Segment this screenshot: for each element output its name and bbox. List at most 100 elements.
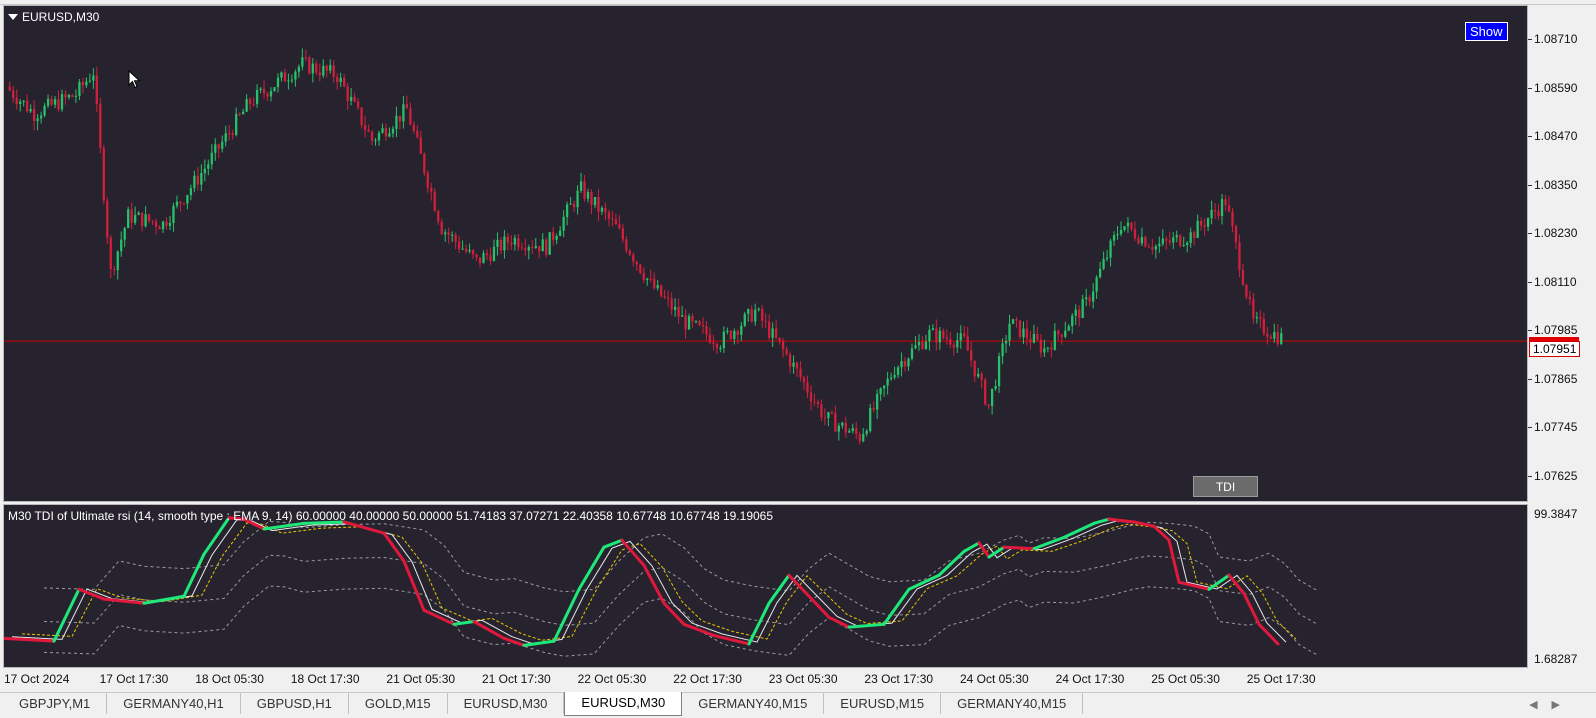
candle-body [830,412,834,414]
candle-body [565,204,569,217]
tdi-price-segment [642,563,666,605]
tab-germany40-m15[interactable]: GERMANY40,M15 [682,693,825,714]
candle-body [454,234,457,242]
candle-body [269,91,273,97]
candle-body [123,228,126,240]
candle-body [1015,319,1018,321]
tab-gbpjpy-m1[interactable]: GBPJPY,M1 [3,693,108,714]
time-tick: 25 Oct 05:30 [1151,672,1220,686]
candle-body [1008,323,1011,341]
candle-body [1186,242,1189,246]
candle-body [524,248,527,251]
tab-eurusd-m30[interactable]: EURUSD,M30 [564,692,683,716]
candle-body [889,377,893,379]
candle-body [600,207,604,212]
candle-body [632,254,635,262]
show-button[interactable]: Show [1465,22,1508,41]
candle-body [653,278,656,289]
candle-body [534,245,537,248]
candle-body [301,57,304,67]
candle-body [698,321,701,326]
tab-eurusd-m15[interactable]: EURUSD,M15 [824,693,942,714]
candle-body [1098,268,1102,278]
candle-body [1154,246,1157,250]
candle-body [827,412,830,419]
tdi-price-segment [262,521,306,531]
candle-body [708,334,712,343]
candle-body [158,226,161,230]
tdi-indicator-chart[interactable] [4,505,1528,668]
tab-germany40-h1[interactable]: GERMANY40,H1 [107,693,241,714]
candle-body [102,147,105,201]
candle-body [771,328,774,338]
candle-body [517,238,520,248]
candle-body [280,72,283,78]
candle-body [85,81,88,86]
candle-body [1011,319,1015,324]
candle-body [457,241,461,249]
candle-body [576,190,579,208]
candle-body [200,173,203,185]
chart-symbol-label[interactable]: EURUSD,M30 [8,10,99,24]
candle-body [667,297,670,299]
candle-body [945,337,948,340]
candle-body [1116,233,1119,236]
candle-body [447,232,450,236]
tab-eurusd-m30[interactable]: EURUSD,M30 [448,693,565,714]
candle-body [182,203,186,205]
candle-body [1147,246,1151,248]
candle-body [294,71,297,80]
candle-body [520,247,523,249]
candle-body [1262,318,1265,334]
candle-body [339,77,342,82]
candle-body [545,239,548,255]
candle-body [255,89,259,105]
candle-body [1280,333,1283,344]
candle-body [882,385,886,389]
tab-scroll-arrows-icon[interactable]: ◀▶ [1529,698,1574,711]
tdi-price-segment [787,573,811,598]
candle-body [134,214,137,223]
candle-body [336,77,339,82]
tab-gold-m15[interactable]: GOLD,M15 [349,693,448,714]
main-chart-panel[interactable] [3,5,1528,502]
candle-body [987,404,990,406]
candle-body [754,309,757,322]
candle-body [1088,297,1091,302]
candle-body [203,168,206,174]
candle-body [343,77,346,87]
candle-body [297,66,301,72]
candle-body [78,82,81,96]
indicator-panel[interactable] [3,504,1528,668]
tdi-price-segment [827,615,851,629]
candle-body [137,212,140,215]
candle-body [248,99,252,104]
candle-body [513,238,517,245]
candle-body [346,86,349,101]
tdi-button[interactable]: TDI [1193,476,1258,497]
candle-body [60,94,64,110]
candle-body [813,401,816,403]
candle-body [673,306,677,310]
candle-body [949,339,952,345]
price-tick: 1.07985 [1527,323,1578,337]
candle-body [527,247,530,251]
candle-body [1105,257,1109,259]
candlestick-chart[interactable] [4,6,1528,502]
candle-body [736,331,739,335]
chart-tab-bar: GBPJPY,M1 GERMANY40,H1 GBPUSD,H1 GOLD,M15 EU… [0,692,1596,718]
time-tick: 22 Oct 17:30 [673,672,742,686]
tab-germany40-m15[interactable]: GERMANY40,M15 [941,693,1084,714]
candle-body [92,75,95,81]
candle-body [1004,340,1008,344]
candle-body [363,125,367,130]
candle-body [1050,347,1053,350]
candle-body [276,77,280,88]
tab-gbpusd-h1[interactable]: GBPUSD,H1 [241,693,349,714]
candle-body [210,152,213,165]
candle-body [471,250,475,255]
candle-body [412,124,415,131]
dropdown-triangle-icon[interactable] [8,14,18,20]
candle-body [1193,232,1196,238]
candle-body [510,242,513,245]
